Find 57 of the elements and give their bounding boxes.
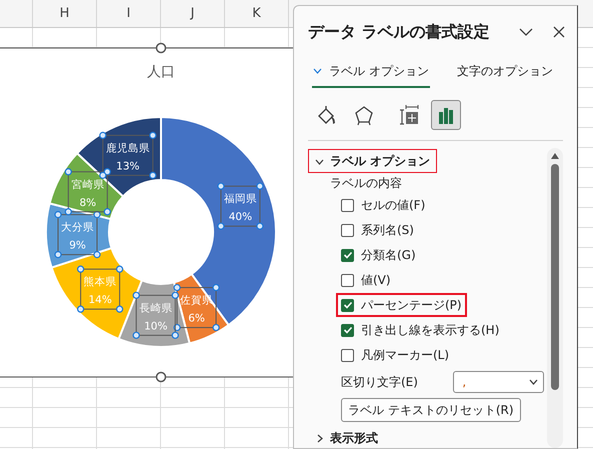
section-header[interactable]: ラベル オプション <box>308 149 438 173</box>
checkbox[interactable] <box>341 224 354 236</box>
scrollbar-track[interactable] <box>547 148 563 448</box>
checkbox[interactable] <box>341 274 354 286</box>
slice-label: 宮崎県 <box>71 178 104 191</box>
chevron-right-icon <box>315 434 324 442</box>
column-header[interactable]: I <box>97 0 161 27</box>
separator-dropdown[interactable]: , <box>453 371 544 393</box>
data-label: 10% <box>144 320 168 332</box>
data-label: 8% <box>79 196 96 209</box>
column-header[interactable]: K <box>225 0 289 27</box>
checkbox-option[interactable]: セルの値(F) <box>336 193 430 217</box>
column-header[interactable]: J <box>161 0 225 27</box>
slice-label: 長崎県 <box>139 301 172 314</box>
data-label: 14% <box>88 294 112 306</box>
checkbox-option[interactable]: 系列名(S) <box>336 218 419 242</box>
slice-label: 鹿児島県 <box>106 141 150 154</box>
section-title: ラベル オプション <box>330 153 430 170</box>
data-label: 6% <box>188 312 205 325</box>
checkbox-option[interactable]: 引き出し線を表示する(H) <box>336 318 504 342</box>
field-label: 区切り文字(E) <box>341 374 419 391</box>
checkbox[interactable] <box>341 198 354 212</box>
checkbox-option[interactable]: パーセンテージ(P) <box>336 293 467 317</box>
checkbox[interactable] <box>341 324 354 336</box>
slice-label: 福岡県 <box>224 192 257 206</box>
checkbox[interactable] <box>341 348 354 362</box>
scroll-thumb[interactable] <box>551 164 559 390</box>
section-header[interactable]: 表示形式 <box>308 426 385 448</box>
checkbox-option[interactable]: 凡例マーカー(L) <box>336 343 454 367</box>
tab[interactable]: 文字のオプション <box>456 60 554 88</box>
data-label: 13% <box>116 160 140 172</box>
icon-tab[interactable] <box>431 100 461 130</box>
pentagon-icon <box>353 104 375 126</box>
chevron-down-icon <box>529 379 538 385</box>
data-label: 40% <box>228 211 252 224</box>
close-icon[interactable] <box>553 26 565 38</box>
chart-title: 人口 <box>147 64 175 80</box>
column-header[interactable]: H <box>33 0 97 27</box>
data-label: 9% <box>69 240 86 252</box>
panel-title: データ ラベルの書式設定 <box>308 21 491 43</box>
checkbox[interactable] <box>341 298 354 312</box>
slice-label: 大分県 <box>61 220 94 234</box>
section-title: 表示形式 <box>330 430 378 447</box>
chevron-down-icon[interactable] <box>519 28 533 36</box>
tab[interactable]: ラベル オプション <box>312 60 430 88</box>
resize-handle[interactable] <box>156 372 166 382</box>
checkbox-option[interactable]: 値(V) <box>336 268 396 292</box>
reset-button[interactable]: ラベル テキストのリセット(R) <box>341 398 521 422</box>
data-label[interactable]: 鹿児島県 13% <box>99 132 156 179</box>
chevron-down-icon <box>313 68 322 74</box>
subheading: ラベルの内容 <box>330 175 403 192</box>
size-properties-icon <box>397 104 419 126</box>
resize-handle[interactable] <box>156 42 166 54</box>
slice-label: 熊本県 <box>84 275 117 288</box>
checkbox[interactable] <box>341 248 354 262</box>
checkbox-option[interactable]: 分類名(G) <box>336 243 421 267</box>
scroll-up-icon[interactable] <box>551 153 559 159</box>
